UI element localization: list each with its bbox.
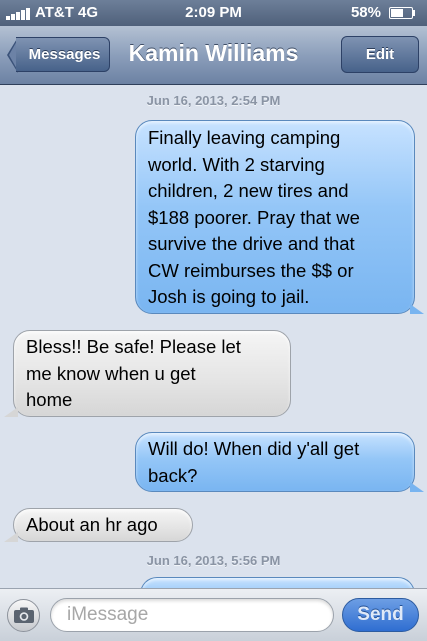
message-input-bar: Send xyxy=(0,588,427,641)
message-text: Finally leaving camping world. With 2 st… xyxy=(148,127,360,307)
send-button[interactable]: Send xyxy=(342,598,419,632)
battery-percentage: 58% xyxy=(350,4,381,21)
message-text: Bless!! Be safe! Please let me know when… xyxy=(26,336,241,410)
sent-message-bubble[interactable]: Will do! When did y'all get back? xyxy=(135,432,424,492)
navigation-bar: Messages Kamin Williams Edit xyxy=(0,26,427,85)
received-message-bubble[interactable]: Bless!! Be safe! Please let me know when… xyxy=(4,330,291,417)
camera-button[interactable] xyxy=(7,599,40,632)
received-message-bubble[interactable]: About an hr ago xyxy=(4,508,193,542)
battery-icon xyxy=(389,7,415,19)
timestamp: Jun 16, 2013, 5:56 PM xyxy=(146,553,281,568)
edit-button[interactable]: Edit xyxy=(341,36,419,73)
imessage-input[interactable] xyxy=(50,598,334,632)
message-text: About an hr ago xyxy=(26,514,158,535)
camera-icon xyxy=(14,607,34,623)
timestamp: Jun 16, 2013, 2:54 PM xyxy=(146,93,281,108)
status-bar: AT&T 4G 2:09 PM 58% xyxy=(0,0,427,26)
message-text: Will do! When did y'all get back? xyxy=(148,438,360,486)
sent-message-bubble[interactable]: Finally leaving camping world. With 2 st… xyxy=(135,120,424,314)
